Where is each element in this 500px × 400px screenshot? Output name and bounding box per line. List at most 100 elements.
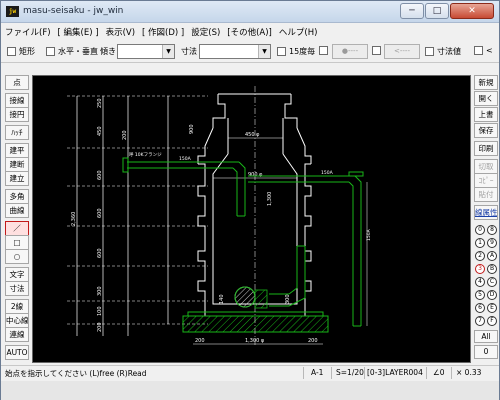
tool-dimension[interactable]: 寸法 — [5, 281, 29, 296]
layer-5-button[interactable]: 5 — [475, 290, 485, 300]
extra-label: < — [486, 46, 493, 55]
tool-building-elevation[interactable]: 建立 — [5, 171, 29, 186]
tool-circle[interactable]: ○ — [5, 249, 29, 264]
chevron-down-icon[interactable]: ▼ — [258, 45, 270, 58]
tool-polygon[interactable]: 多角 — [5, 189, 29, 204]
tool-line[interactable]: ／ — [5, 221, 29, 236]
layer-4-button[interactable]: 4 — [475, 277, 485, 287]
zoom-readout[interactable]: × 0.33 — [456, 368, 481, 377]
layer-e-button[interactable]: E — [487, 303, 497, 313]
maximize-button[interactable]: □ — [425, 3, 449, 19]
layer-6-button[interactable]: 6 — [475, 303, 485, 313]
tool-point[interactable]: 点 — [5, 75, 29, 90]
hv-checkbox[interactable] — [46, 47, 55, 56]
layer-3-button[interactable]: 3 — [475, 264, 485, 274]
status-bar: 始点を指示してください (L)free (R)Read A-1 S=1/20 [… — [1, 365, 499, 380]
extra-option[interactable]: < — [474, 46, 493, 55]
scale-readout[interactable]: S=1/20 — [336, 368, 364, 377]
file-overwrite-button[interactable]: 上書 — [474, 107, 498, 122]
layer-2-button[interactable]: 2 — [475, 251, 485, 261]
layer-a-button[interactable]: A — [487, 251, 497, 261]
tool-rectangle[interactable]: □ — [5, 235, 29, 250]
dimval-option[interactable]: 寸法値 — [425, 46, 461, 57]
cut-button[interactable]: 切取 — [474, 159, 498, 174]
layer-9-button[interactable]: 9 — [487, 238, 497, 248]
tool-text[interactable]: 文字 — [5, 267, 29, 282]
layer-1-button[interactable]: 1 — [475, 238, 485, 248]
menu-settings[interactable]: 設定(S) — [191, 26, 220, 38]
file-save-button[interactable]: 保存 — [474, 123, 498, 138]
layer-f-button[interactable]: F — [487, 316, 497, 326]
tool-centerline[interactable]: 中心線 — [5, 313, 29, 328]
dim-label: 寸法 — [181, 47, 197, 56]
circle-option[interactable] — [319, 46, 331, 55]
dim-combo[interactable]: ▼ — [199, 44, 271, 59]
circle-checkbox[interactable] — [319, 46, 328, 55]
deg15-label: 15度毎 — [289, 47, 316, 56]
file-new-button[interactable]: 新規 — [474, 75, 498, 90]
layer-7-button[interactable]: 7 — [475, 316, 485, 326]
menu-edit[interactable]: [ 編集(E) ] — [58, 26, 99, 38]
arrow-option[interactable] — [372, 46, 384, 55]
copy-button[interactable]: ｺﾋﾟｰ — [474, 173, 498, 188]
close-button[interactable]: ✕ — [450, 3, 494, 19]
menu-view[interactable]: 表示(V) — [106, 26, 135, 38]
pipe-label-1: 150A — [179, 156, 192, 162]
dim-left-8: 200 — [97, 322, 103, 332]
slope-combo[interactable]: ▼ — [117, 44, 175, 59]
tool-curve[interactable]: 曲線 — [5, 203, 29, 218]
file-open-button[interactable]: 開く — [474, 91, 498, 106]
print-button[interactable]: 印刷 — [474, 141, 498, 156]
line-attribute-button[interactable]: 線属性 — [474, 205, 498, 220]
dim-mid: 900 φ — [248, 172, 263, 178]
layer-readout[interactable]: [0-3]LAYER004 — [367, 368, 423, 377]
minimize-button[interactable]: ─ — [400, 3, 424, 19]
paste-button[interactable]: 貼付 — [474, 187, 498, 202]
layer-b-button[interactable]: B — [487, 264, 497, 274]
dim-base: 1,300 φ — [245, 338, 265, 344]
control-bar: 矩形 水平・垂直 傾き ▼ 寸法 ▼ 15度毎 ●---- <---- 寸法値 — [1, 41, 499, 63]
deg15-option[interactable]: 15度毎 — [277, 46, 315, 57]
menu-draw[interactable]: [ 作図(D) ] — [142, 26, 184, 38]
tool-building-section[interactable]: 建断 — [5, 157, 29, 172]
circle-mode-button[interactable]: ●---- — [332, 44, 368, 59]
dimval-checkbox[interactable] — [425, 47, 434, 56]
tool-hatch[interactable]: ﾊｯﾁ — [5, 125, 29, 140]
layer-0-button[interactable]: 0 — [475, 225, 485, 235]
tool-double-line[interactable]: 2線 — [5, 299, 29, 314]
drawing-canvas[interactable]: 250 450 600 600 600 300 100 200 2,360 20… — [32, 75, 471, 363]
arrow-mode-button[interactable]: <---- — [384, 44, 420, 59]
menu-help[interactable]: ヘルプ(H) — [279, 26, 318, 38]
dim-left-3: 600 — [97, 170, 103, 180]
chevron-down-icon[interactable]: ▼ — [162, 45, 174, 58]
window-title: masu-seisaku - jw_win — [23, 6, 124, 16]
tool-continuous-line[interactable]: 連線 — [5, 327, 29, 342]
dim-300: 300 — [285, 294, 291, 304]
tool-building-plan[interactable]: 建平 — [5, 143, 29, 158]
extra-checkbox[interactable] — [474, 46, 483, 55]
tool-tangent[interactable]: 接線 — [5, 93, 29, 108]
dim-left-4: 600 — [97, 208, 103, 218]
deg15-checkbox[interactable] — [277, 47, 286, 56]
menu-other[interactable]: [その他(A)] — [227, 26, 272, 38]
menu-file[interactable]: ファイル(F) — [5, 26, 51, 38]
layer-all-button[interactable]: All — [474, 330, 498, 343]
layer-zero-button[interactable]: 0 — [474, 345, 498, 359]
tool-auto[interactable]: AUTO — [5, 345, 29, 360]
pipe-label-2: 150A — [321, 170, 334, 176]
title-bar[interactable]: jw masu-seisaku - jw_win ─ □ ✕ — [1, 1, 499, 23]
angle-readout[interactable]: ∠0 — [433, 368, 445, 377]
layer-d-button[interactable]: D — [487, 290, 497, 300]
rect-checkbox[interactable] — [7, 47, 16, 56]
application-window: jw masu-seisaku - jw_win ─ □ ✕ ファイル(F) [… — [0, 0, 500, 400]
layer-8-button[interactable]: 8 — [487, 225, 497, 235]
paper-size[interactable]: A-1 — [311, 368, 323, 377]
dim-top: 450 φ — [245, 132, 260, 138]
tool-tangent-circle[interactable]: 接円 — [5, 107, 29, 122]
layer-c-button[interactable]: C — [487, 277, 497, 287]
dim-left-2: 450 — [97, 126, 103, 136]
rect-option[interactable]: 矩形 — [7, 46, 35, 57]
hv-option[interactable]: 水平・垂直 — [46, 46, 98, 57]
arrow-checkbox[interactable] — [372, 46, 381, 55]
window-bottom-edge — [1, 381, 499, 400]
